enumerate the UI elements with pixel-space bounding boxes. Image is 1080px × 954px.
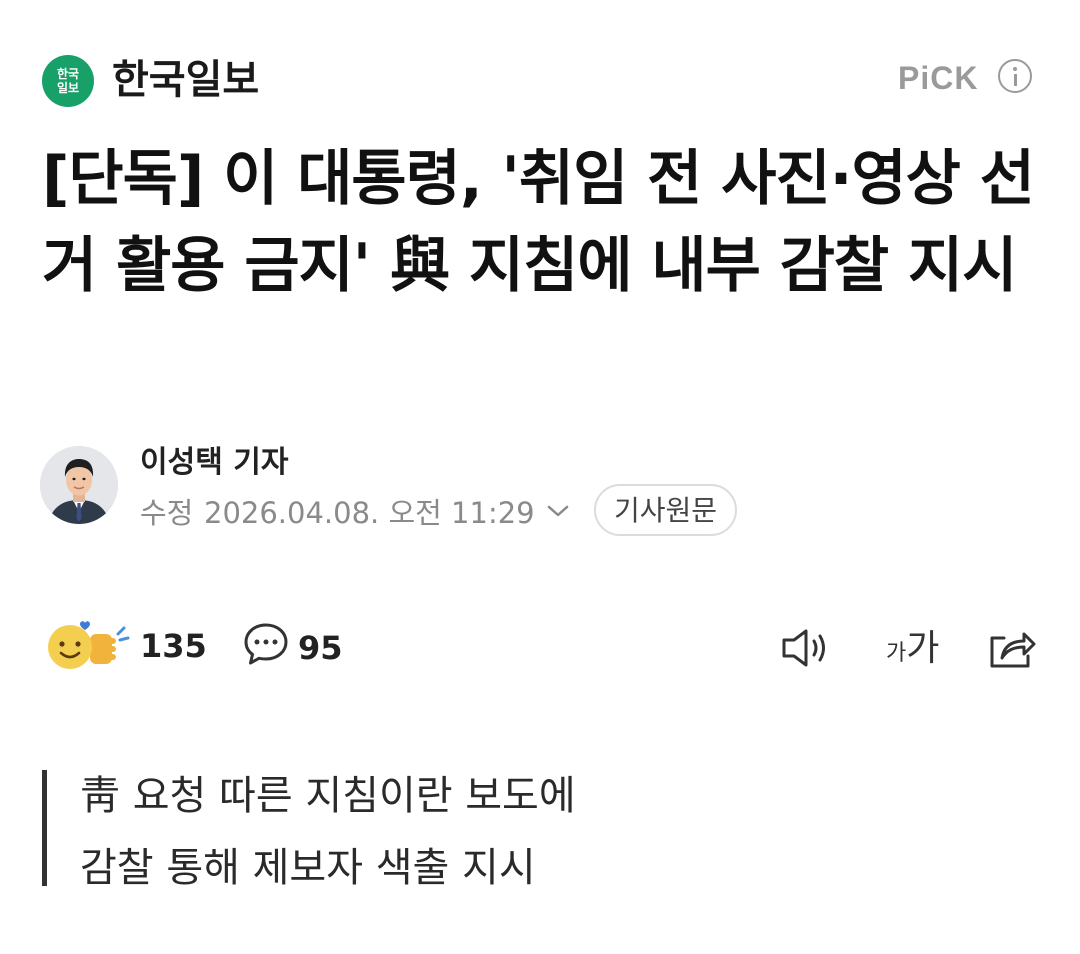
speaker-icon[interactable] (780, 627, 832, 669)
reporter-avatar[interactable] (40, 446, 118, 524)
comment-count: 95 (298, 629, 343, 667)
font-size-large-glyph: 가 (906, 628, 940, 669)
share-icon[interactable] (986, 626, 1038, 670)
reporter-photo (40, 446, 118, 524)
original-article-button[interactable]: 기사원문 (594, 484, 738, 536)
press-logo[interactable]: 한국일보 (42, 55, 94, 107)
pick-label: PiCK (898, 60, 979, 96)
summary-line: 靑 요청 따른 지침이란 보도에 (80, 773, 576, 819)
article-headline: [단독] 이 대통령, '취임 전 사진·영상 선거 활용 금지' 與 지침에 … (42, 144, 1035, 301)
font-size-button[interactable]: 가가 (886, 627, 939, 671)
modified-datetime: 2026.04.08. 오전 11:29 (204, 496, 535, 530)
reaction-count: 135 (140, 627, 207, 665)
press-name[interactable]: 한국일보 (112, 54, 259, 106)
summary-quote-bar (42, 770, 47, 886)
reaction-emoji-icon[interactable] (44, 620, 132, 672)
info-icon[interactable] (998, 59, 1032, 93)
summary-line: 감찰 통해 제보자 색출 지시 (80, 845, 536, 891)
modified-label: 수정 (140, 496, 194, 530)
chevron-down-icon[interactable] (546, 503, 570, 519)
reporter-name[interactable]: 이성택 기자 (140, 443, 288, 483)
press-logo-text: 한국일보 (56, 67, 80, 95)
font-size-small-glyph: 가 (886, 641, 907, 666)
comment-icon[interactable] (242, 621, 290, 667)
